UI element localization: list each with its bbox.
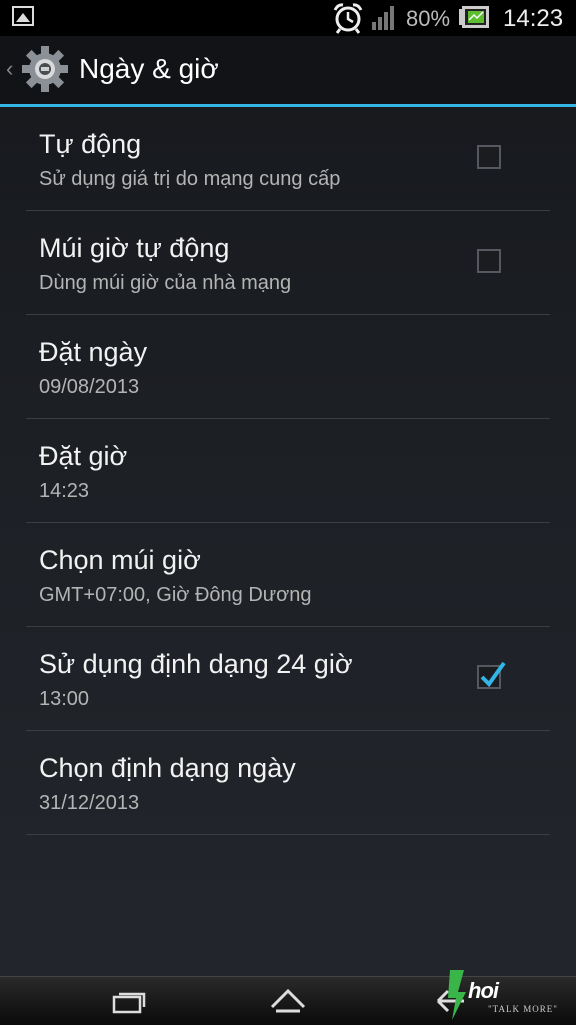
24-hour-format-checkbox[interactable] [477, 661, 506, 689]
recent-apps-icon[interactable] [112, 989, 146, 1015]
setting-summary: 13:00 [39, 688, 90, 710]
setting-summary: Dùng múi giờ của nhà mạng [39, 272, 292, 294]
setting-label: Đặt ngày [39, 337, 148, 367]
setting-label: Đặt giờ [39, 441, 128, 471]
setting-row-24-hour-format[interactable]: Sử dụng định dạng 24 giờ 13:00 [26, 627, 550, 731]
setting-label: Chọn định dạng ngày [39, 753, 296, 783]
action-bar: ‹ Ngày & giờ [0, 36, 576, 104]
checkmark-icon [480, 661, 506, 688]
setting-label: Tự động [39, 129, 142, 159]
battery-percent: 80% [406, 6, 451, 31]
setting-row-set-date[interactable]: Đặt ngày 09/08/2013 [26, 315, 550, 419]
signal-icon [372, 6, 394, 30]
setting-summary: GMT+07:00, Giờ Đông Dương [39, 584, 312, 606]
auto-timezone-checkbox[interactable] [477, 249, 501, 273]
status-bar: 80% 14:23 [0, 0, 576, 36]
setting-row-auto-time[interactable]: Tự động Sử dụng giá trị do mạng cung cấp [26, 107, 550, 211]
setting-label: Múi giờ tự động [39, 233, 230, 263]
setting-summary: Sử dụng giá trị do mạng cung cấp [39, 168, 341, 190]
setting-label: Sử dụng định dạng 24 giờ [39, 649, 353, 679]
setting-row-select-timezone[interactable]: Chọn múi giờ GMT+07:00, Giờ Đông Dương [26, 523, 550, 627]
setting-summary: 09/08/2013 [39, 376, 140, 398]
watermark-mark-icon [448, 970, 466, 1020]
auto-time-checkbox[interactable] [477, 145, 501, 169]
settings-gear-icon[interactable] [20, 44, 70, 94]
status-clock: 14:23 [503, 5, 564, 32]
setting-row-date-format[interactable]: Chọn định dạng ngày 31/12/2013 [26, 731, 550, 835]
setting-row-set-time[interactable]: Đặt giờ 14:23 [26, 419, 550, 523]
watermark-logo: hoi "TALK MORE" [440, 968, 576, 1024]
up-navigation-icon[interactable]: ‹ [6, 56, 13, 82]
setting-row-auto-timezone[interactable]: Múi giờ tự động Dùng múi giờ của nhà mạn… [26, 211, 550, 315]
setting-label: Chọn múi giờ [39, 545, 201, 575]
watermark-text: hoi [468, 978, 499, 1003]
home-icon[interactable] [268, 985, 308, 1015]
setting-summary: 14:23 [39, 480, 90, 502]
page-title: Ngày & giờ [79, 53, 219, 84]
setting-summary: 31/12/2013 [39, 792, 140, 814]
battery-icon [459, 6, 489, 28]
gallery-icon [12, 6, 34, 26]
watermark-tagline: "TALK MORE" [488, 1004, 558, 1014]
settings-list: Tự động Sử dụng giá trị do mạng cung cấp… [0, 107, 576, 835]
alarm-clock-icon [333, 3, 363, 34]
